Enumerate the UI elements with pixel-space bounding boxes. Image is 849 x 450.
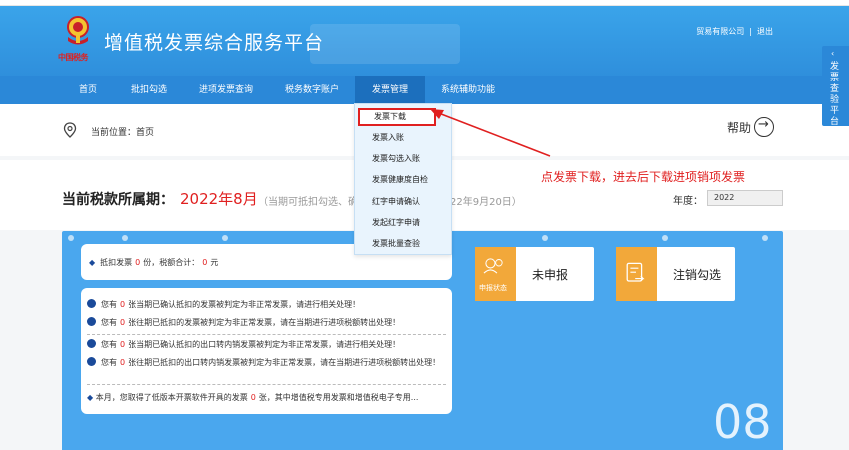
tile-label: 未申报 <box>532 268 569 282</box>
company-name: 贸易有限公司 <box>696 27 745 36</box>
summary-prefix: 抵扣发票 <box>100 258 133 267</box>
emblem-text: 中国税务 <box>58 53 89 62</box>
logout-link[interactable]: 退出 <box>757 27 773 36</box>
notice-item: 您有 0 张当期已确认抵扣的出口转内销发票被判定为非正常发票，请进行相关处理！ <box>87 339 447 351</box>
location-icon <box>63 122 77 138</box>
dropdown-item-6[interactable]: 发票批量查验 <box>355 235 451 253</box>
notice-item: ◆ 本月，您取得了低版本开票软件开具的发票 0 张，其中增值税专用发票和增值税电子专… <box>87 392 447 404</box>
tile-icon-area <box>616 247 657 301</box>
notice-bullet-icon <box>87 299 96 308</box>
year-select[interactable]: 2022 <box>707 190 783 206</box>
notice-item: 您有 0 张往期已抵扣的出口转内销发票被判定为非正常发票，请在当期进行进项税额转出处… <box>87 357 447 369</box>
nav-item-4[interactable]: 发票管理 <box>355 76 425 104</box>
nav-item-2[interactable]: 进项发票查询 <box>183 76 269 104</box>
cancel-check-tile[interactable]: 注销勾选 <box>616 247 735 301</box>
redacted-area <box>310 24 460 64</box>
period-value: 2022年8月 <box>180 190 258 208</box>
notice-post: 张往期已抵扣的出口转内销发票被判定为非正常发票，请在当期进行进项税额转出处理！ <box>128 358 441 367</box>
user-area: 贸易有限公司 | 退出 <box>696 26 773 37</box>
nav-item-1[interactable]: 批扣勾选 <box>115 76 183 104</box>
help-link[interactable]: 帮助 <box>727 119 751 136</box>
notice-post: 张往期已抵扣的发票被判定为非正常发票，请在当期进行进项税额转出处理！ <box>128 318 401 327</box>
period-note: （当期可抵扣勾选、确 <box>258 197 358 208</box>
tile-icon-area: 申报状态 <box>475 247 516 301</box>
period-label: 当前税款所属期： <box>62 192 174 208</box>
notice-pre: 您有 <box>101 300 117 309</box>
breadcrumb-label: 当前位置：首页 <box>91 128 155 138</box>
notice-bullet-icon <box>87 339 96 348</box>
notice-num: 0 <box>120 318 126 327</box>
notice-divider <box>87 334 446 335</box>
notice-divider <box>87 384 446 385</box>
diamond-icon: ◆ <box>87 393 96 402</box>
notice-bullet-icon <box>87 317 96 326</box>
arrow-right-circle-icon[interactable] <box>754 117 774 137</box>
annotation-text: 点发票下载，进去后下载进项销项发票 <box>541 170 746 184</box>
notice-pre: 您有 <box>101 358 117 367</box>
tile-label: 注销勾选 <box>673 268 722 282</box>
notice-post: 张当期已确认抵扣的发票被判定为非正常发票，请进行相关处理！ <box>128 300 361 309</box>
notice-num: 0 <box>120 340 126 349</box>
notice-pre: 您有 <box>101 318 117 327</box>
notice-num: 0 <box>120 300 126 309</box>
notice-card: 您有 0 张当期已确认抵扣的发票被判定为非正常发票，请进行相关处理！ 您有 0 张往期已抵… <box>81 288 452 414</box>
notice-post: 张当期已确认抵扣的出口转内销发票被判定为非正常发票，请进行相关处理！ <box>128 340 401 349</box>
tax-emblem-icon <box>67 16 89 45</box>
summary-unit: 份，税额合计： <box>143 258 200 267</box>
site-header: 中国税务 增值税发票综合服务平台 贸易有限公司 | 退出 <box>0 6 849 76</box>
notice-bullet-icon <box>87 357 96 366</box>
chevron-left-icon: ‹ <box>831 49 835 58</box>
dropdown-item-4[interactable]: 红字申请确认 <box>355 193 451 211</box>
nav-item-3[interactable]: 税务数字账户 <box>269 76 355 104</box>
month-number: 08 <box>713 395 772 449</box>
notice-num: 0 <box>250 393 256 402</box>
notice-item: 您有 0 张当期已确认抵扣的发票被判定为非正常发票，请进行相关处理！ <box>87 299 447 311</box>
notice-pre: 本月，您取得了低版本开票软件开具的发票 <box>95 393 248 402</box>
tile-sub-label: 申报状态 <box>479 284 507 292</box>
declare-status-icon <box>483 258 503 274</box>
notice-pre: 您有 <box>101 340 117 349</box>
notice-num: 0 <box>120 358 126 367</box>
page: 中国税务 增值税发票综合服务平台 贸易有限公司 | 退出 首页 批扣勾选 进项发票查询税… <box>0 0 849 450</box>
cancel-check-icon <box>626 262 645 282</box>
period-note-end: 22年9月20日） <box>450 197 522 208</box>
diamond-icon: ◆ <box>89 258 96 267</box>
annotation-arrow <box>430 109 551 157</box>
dropdown-item-3[interactable]: 发票健康度自检 <box>355 171 451 189</box>
invoice-verify-side-tab[interactable]: ‹ 发票查验平台 <box>822 46 849 127</box>
year-label: 年度： <box>673 196 703 207</box>
declare-status-tile[interactable]: 申报状态 未申报 <box>475 247 594 301</box>
side-tab-label: 发票查验平台 <box>830 62 840 127</box>
summary-currency: 元 <box>210 258 219 267</box>
summary-amount: 0 <box>202 258 208 267</box>
notice-item: 您有 0 张往期已抵扣的发票被判定为非正常发票，请在当期进行进项税额转出处理！ <box>87 317 447 329</box>
dropdown-item-5[interactable]: 发起红字申请 <box>355 214 451 232</box>
nav-item-0[interactable]: 首页 <box>61 76 115 104</box>
user-separator: | <box>749 27 752 36</box>
site-title: 增值税发票综合服务平台 <box>104 32 325 54</box>
summary-count: 0 <box>135 258 141 267</box>
notice-post: 张，其中增值税专用发票和增值税电子专用... <box>258 393 419 402</box>
deduction-summary: ◆ 抵扣发票 0 份，税额合计： 0 元 <box>89 257 218 268</box>
